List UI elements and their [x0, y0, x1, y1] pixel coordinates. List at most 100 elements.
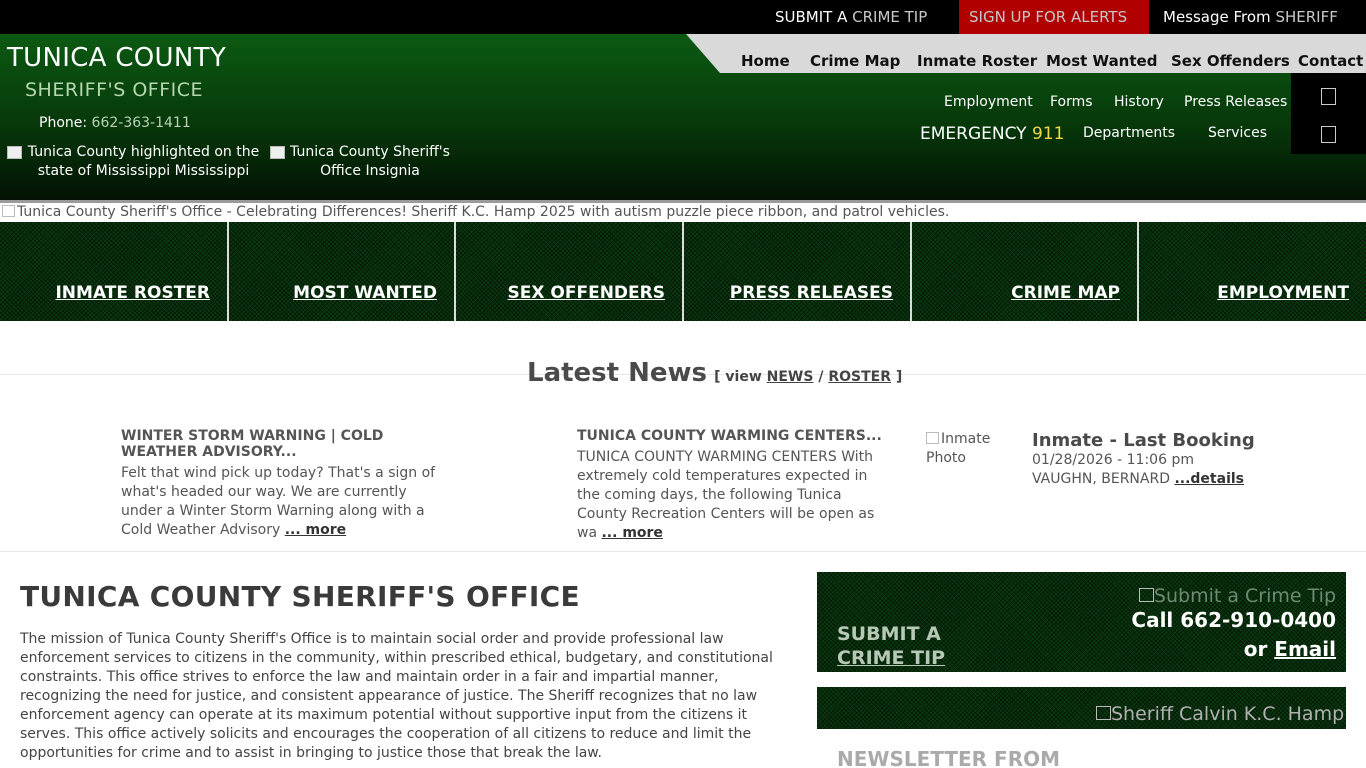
- tip-emphasis: CRIME TIP: [852, 8, 928, 26]
- crime-tip-alt: Submit a Crime Tip: [1153, 585, 1336, 607]
- view-roster-link[interactable]: ROSTER: [828, 369, 891, 385]
- crime-tip-email-row: or Email: [1244, 637, 1336, 661]
- view-prefix: [ view: [714, 369, 762, 385]
- crime-tip-link-text: CRIME TIP: [837, 647, 946, 669]
- news-item-excerpt: TUNICA COUNTY WARMING CENTERS With extre…: [577, 448, 892, 543]
- quick-link-label[interactable]: CRIME MAP: [1011, 283, 1124, 303]
- quick-link-text: INMATE ROSTER: [55, 283, 210, 303]
- broken-image-icon: [1096, 706, 1111, 720]
- message-from-sheriff-link[interactable]: Message From SHERIFF: [1163, 0, 1343, 34]
- quick-link-label[interactable]: PRESS RELEASES: [730, 283, 897, 303]
- read-more-link[interactable]: ... more: [285, 522, 346, 538]
- view-suffix: ]: [895, 369, 903, 385]
- broken-image-icon: [926, 432, 939, 444]
- nav-sex-offenders[interactable]: Sex Offenders: [1171, 52, 1290, 70]
- nav-home[interactable]: Home: [741, 52, 790, 70]
- phone-label: Phone:: [39, 115, 88, 131]
- quick-link-inmate-roster[interactable]: INMATE ROSTER: [0, 222, 229, 321]
- main-nav: Home Crime Map Inmate Roster Most Wanted…: [686, 34, 1366, 73]
- view-news-link[interactable]: NEWS: [767, 369, 814, 385]
- read-more-link[interactable]: ... more: [601, 525, 662, 541]
- county-map-alt: Tunica County highlighted on the state o…: [27, 144, 260, 179]
- hero-banner-image: Tunica County Sheriff's Office - Celebra…: [0, 200, 1366, 222]
- inmate-name: VAUGHN, BERNARD: [1032, 471, 1170, 487]
- nav-crime-map[interactable]: Crime Map: [810, 52, 900, 70]
- crime-tip-box[interactable]: Submit a Crime Tip SUBMIT A CRIME TIP Ca…: [817, 572, 1346, 672]
- quick-link-label[interactable]: MOST WANTED: [293, 283, 441, 303]
- msg-prefix: Message From: [1163, 8, 1271, 26]
- quick-link-text: EMPLOYMENT: [1217, 283, 1349, 303]
- broken-image-icon: [2, 205, 15, 217]
- site-subtitle[interactable]: SHERIFF'S OFFICE: [25, 79, 203, 101]
- quick-link-employment[interactable]: EMPLOYMENT: [1139, 222, 1366, 321]
- quick-link-sex-offenders[interactable]: SEX OFFENDERS: [456, 222, 684, 321]
- services-dropdown[interactable]: Services: [1208, 125, 1270, 141]
- email-link[interactable]: Email: [1274, 637, 1336, 661]
- departments-label: Departments: [1083, 125, 1176, 141]
- departments-dropdown[interactable]: Departments: [1083, 125, 1178, 141]
- social-icon[interactable]: [1321, 88, 1336, 105]
- emergency-number[interactable]: EMERGENCY 911: [920, 124, 1064, 144]
- quick-link-press-releases[interactable]: PRESS RELEASES: [684, 222, 912, 321]
- quick-link-label[interactable]: INMATE ROSTER: [55, 283, 214, 303]
- view-separator: /: [818, 369, 824, 385]
- tip-prefix: SUBMIT A: [775, 8, 848, 26]
- phone-number-link[interactable]: 662-363-1411: [92, 115, 191, 131]
- sheriff-image-alt: Sheriff Calvin K.C. Hamp: [1111, 703, 1345, 725]
- news-item: TUNICA COUNTY WARMING CENTERS... TUNICA …: [577, 428, 892, 543]
- news-item-body: Felt that wind pick up today? That's a s…: [121, 465, 436, 538]
- sheriff-box: Sheriff Calvin K.C. Hamp: [817, 687, 1346, 729]
- crime-tip-phone[interactable]: Call 662-910-0400: [1131, 608, 1336, 632]
- banner-alt: Tunica County Sheriff's Office - Celebra…: [17, 204, 950, 220]
- insignia-image[interactable]: Tunica County Sheriff's Office Insignia: [270, 143, 450, 181]
- last-booking-title: Inmate - Last Booking: [1032, 430, 1255, 451]
- nav-employment[interactable]: Employment: [944, 94, 1033, 110]
- county-map-image: Tunica County highlighted on the state o…: [7, 143, 260, 181]
- crime-tip-link[interactable]: CRIME TIP: [837, 647, 950, 669]
- header-phone: Phone: 662-363-1411: [39, 115, 191, 131]
- nav-forms[interactable]: Forms: [1050, 94, 1093, 110]
- booking-date: 01/28/2026 - 11:06 pm: [1032, 452, 1194, 468]
- quick-link-text: SEX OFFENDERS: [507, 283, 665, 303]
- nav-press-releases[interactable]: Press Releases: [1184, 94, 1287, 110]
- quick-links: INMATE ROSTER MOST WANTED SEX OFFENDERS …: [0, 222, 1366, 321]
- nav-contact[interactable]: Contact: [1298, 52, 1363, 70]
- nav-inmate-roster[interactable]: Inmate Roster: [917, 52, 1037, 70]
- msg-emphasis: SHERIFF: [1275, 8, 1338, 26]
- details-link[interactable]: ...details: [1174, 471, 1244, 487]
- quick-link-most-wanted[interactable]: MOST WANTED: [229, 222, 456, 321]
- page-title: TUNICA COUNTY SHERIFF'S OFFICE: [20, 580, 580, 613]
- mission-statement: The mission of Tunica County Sheriff's O…: [20, 631, 773, 761]
- nav-history[interactable]: History: [1114, 94, 1164, 110]
- view-links: [ view NEWS / ROSTER ]: [714, 369, 902, 385]
- divider: [0, 551, 1366, 552]
- quick-link-crime-map[interactable]: CRIME MAP: [912, 222, 1139, 321]
- site-title[interactable]: TUNICA COUNTY: [7, 43, 226, 73]
- broken-image-icon: [270, 146, 285, 159]
- sheriff-image[interactable]: Sheriff Calvin K.C. Hamp: [1096, 703, 1344, 725]
- news-item: WINTER STORM WARNING | COLD WEATHER ADVI…: [121, 428, 436, 540]
- inmate-photo[interactable]: Inmate Photo: [926, 430, 1006, 468]
- last-booking: Inmate - Last Booking 01/28/2026 - 11:06…: [1032, 430, 1255, 489]
- latest-news-heading: Latest News [ view NEWS / ROSTER ]: [527, 358, 902, 388]
- quick-link-label[interactable]: EMPLOYMENT: [1217, 283, 1353, 303]
- crime-tip-image: Submit a Crime Tip: [1138, 585, 1336, 607]
- news-item-title[interactable]: TUNICA COUNTY WARMING CENTERS...: [577, 428, 892, 444]
- services-label: Services: [1208, 125, 1268, 141]
- emergency-label: EMERGENCY: [920, 124, 1027, 144]
- insignia-alt: Tunica County Sheriff's Office Insignia: [290, 144, 450, 179]
- booking-name-row: VAUGHN, BERNARD ...details: [1032, 470, 1255, 489]
- submit-crime-tip-link[interactable]: SUBMIT A CRIME TIP: [775, 0, 932, 34]
- or-text: or: [1243, 637, 1268, 661]
- latest-news-title: Latest News: [527, 358, 708, 388]
- quick-link-text: MOST WANTED: [293, 283, 437, 303]
- news-item-title[interactable]: WINTER STORM WARNING | COLD WEATHER ADVI…: [121, 428, 436, 460]
- broken-image-icon: [7, 146, 22, 159]
- sign-up-alerts-link[interactable]: SIGN UP FOR ALERTS: [959, 0, 1149, 34]
- emergency-911: 911: [1031, 124, 1065, 144]
- broken-image-icon: [1138, 588, 1154, 602]
- quick-link-label[interactable]: SEX OFFENDERS: [508, 283, 669, 303]
- social-icon[interactable]: [1321, 126, 1336, 143]
- crime-tip-label: SUBMIT A: [837, 623, 941, 645]
- nav-most-wanted[interactable]: Most Wanted: [1046, 52, 1157, 70]
